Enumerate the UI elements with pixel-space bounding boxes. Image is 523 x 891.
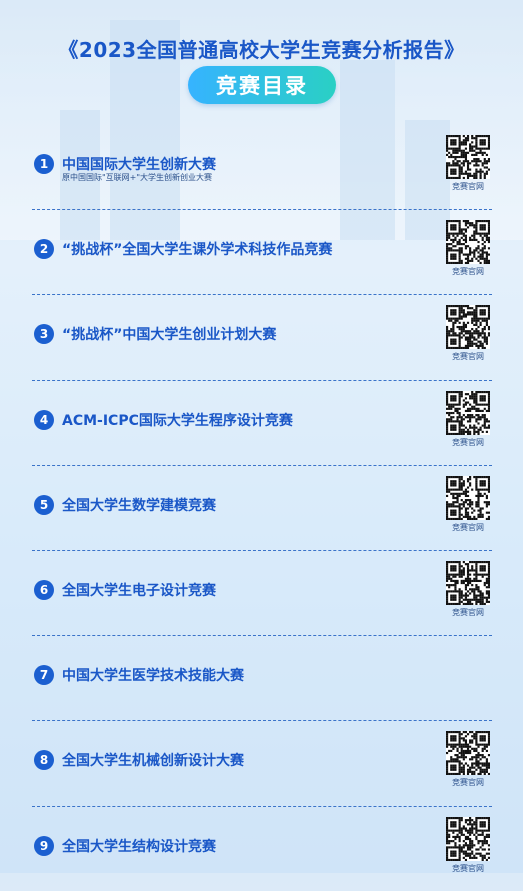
qr-code-icon[interactable] [446,731,490,776]
qr-code-icon[interactable] [446,816,490,861]
qr-label: 竞赛官网 [452,522,484,532]
competition-subtitle: 原中国国际"互联网+"大学生创新创业大赛 [62,173,213,182]
competition-item: 3 “挑战杯”中国大学生创业计划大赛竞赛官网 [32,295,492,381]
qr-code-block[interactable]: 竞赛官网 [446,731,490,788]
qr-label: 竞赛官网 [452,182,484,191]
competition-item: 8 全国大学生机械创新设计大赛竞赛官网 [32,721,492,807]
competition-name: 全国大学生机械创新设计大赛 [62,753,244,770]
qr-code-block[interactable]: 竞赛官网 [446,816,490,874]
competition-item: 1 中国国际大学生创新大赛 原中国国际"互联网+"大学生创新创业大赛竞赛官网 [32,125,492,211]
competition-item: 9 全国大学生结构设计竞赛竞赛官网 [32,807,492,891]
competition-name: “挑战杯”中国大学生创业计划大赛 [62,327,277,344]
qr-label: 竞赛官网 [452,607,484,617]
competition-name: 中国国际大学生创新大赛 [62,157,216,173]
item-number-badge: 9 [34,835,54,856]
qr-code-block[interactable]: 竞赛官网 [446,475,490,533]
qr-code-block[interactable]: 竞赛官网 [446,390,490,448]
item-number-badge: 6 [34,579,54,600]
competition-name: 中国大学生医学技术技能大赛 [62,668,244,685]
qr-code-block[interactable]: 竞赛官网 [446,220,490,277]
qr-label: 竞赛官网 [452,778,484,788]
page-title: 《2023全国普通高校大学生竞赛分析报告》 [58,38,465,62]
competition-name: “挑战杯”全国大学生课外学术科技作品竞赛 [62,242,333,259]
item-number-badge: 2 [34,239,54,260]
qr-label: 竞赛官网 [452,267,484,277]
competition-name: 全国大学生数学建模竞赛 [62,497,216,514]
item-number-badge: 5 [34,494,54,515]
competition-item: 5 全国大学生数学建模竞赛竞赛官网 [32,466,492,551]
qr-code-block[interactable]: 竞赛官网 [446,560,490,618]
qr-label: 竞赛官网 [452,437,484,447]
item-number-badge: 8 [34,750,54,771]
item-number-badge: 4 [34,409,54,430]
competition-name: ACM-ICPC国际大学生程序设计竞赛 [62,412,293,429]
competition-list: 1 中国国际大学生创新大赛 原中国国际"互联网+"大学生创新创业大赛竞赛官网 2 “挑战… [32,125,492,891]
competition-name: 全国大学生结构设计竞赛 [62,838,216,855]
item-number-badge: 1 [34,154,54,174]
qr-code-block[interactable]: 竞赛官网 [446,305,490,362]
qr-code-icon[interactable] [446,220,490,265]
qr-code-icon[interactable] [446,560,490,605]
catalog-badge: 竞赛目录 [188,66,336,104]
competition-item: 7 中国大学生医学技术技能大赛 [32,636,492,722]
competition-item: 4 ACM-ICPC国际大学生程序设计竞赛竞赛官网 [32,381,492,466]
item-number-badge: 7 [34,665,54,686]
qr-code-icon[interactable] [446,390,490,435]
competition-item: 2 “挑战杯”全国大学生课外学术科技作品竞赛竞赛官网 [32,210,492,296]
qr-code-block[interactable]: 竞赛官网 [446,135,490,192]
item-number-badge: 3 [34,324,54,345]
qr-code-icon[interactable] [446,305,490,350]
qr-label: 竞赛官网 [452,352,484,362]
qr-label: 竞赛官网 [452,863,484,873]
competition-name: 全国大学生电子设计竞赛 [62,582,216,599]
qr-code-icon[interactable] [446,475,490,520]
competition-item: 6 全国大学生电子设计竞赛竞赛官网 [32,551,492,637]
qr-code-icon[interactable] [446,135,490,179]
